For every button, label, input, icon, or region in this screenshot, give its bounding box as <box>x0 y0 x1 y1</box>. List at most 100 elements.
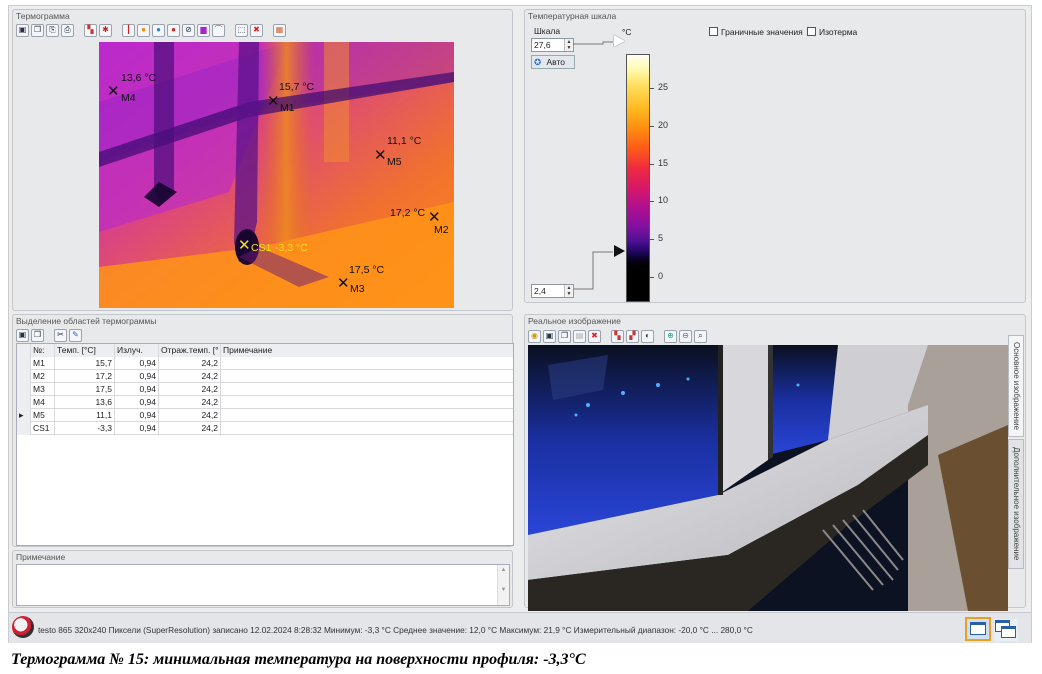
row-selector <box>17 370 31 383</box>
table-header: №: Темп. [°C] Излуч. Отраж.темп. [° Прим… <box>17 344 513 357</box>
scale-max-input[interactable]: 27,6 ▲ ▼ <box>531 38 574 52</box>
scale-tick-label: 25 <box>658 82 669 93</box>
status-bar: testo 865 320x240 Пиксели (SuperResoluti… <box>9 612 1031 643</box>
table-cell: 0,94 <box>115 422 159 435</box>
select-area-icon[interactable]: ⬚ <box>235 23 248 37</box>
real-image-toolbar: ◉ ▣ ❐ ▤ ✖ ▚ ▞ ◐ ⊕ ⊖ ⌕ <box>528 329 707 343</box>
scale-tick-mark <box>650 88 654 90</box>
regions-toolbar: ▣ ❐ ✂ ✎ <box>16 328 82 342</box>
profile-icon[interactable]: ⌒ <box>212 23 225 37</box>
scale-tick-mark <box>650 239 654 241</box>
table-cell: 0,94 <box>115 396 159 409</box>
spin-arrows-icon[interactable]: ▲ ▼ <box>564 39 573 51</box>
table-cell: 24,2 <box>159 409 221 422</box>
zoom-in-icon[interactable]: ⊕ <box>664 329 677 343</box>
paste-icon[interactable]: ▤ <box>573 329 586 343</box>
table-row[interactable]: M2 17,2 0,94 24,2 <box>17 370 513 383</box>
table-row[interactable]: M3 17,5 0,94 24,2 <box>17 383 513 396</box>
histogram-icon[interactable]: ▆ <box>197 23 210 37</box>
scale-tick-mark <box>650 201 654 203</box>
table-cell: M5 <box>31 409 55 422</box>
upper-limit-handle[interactable] <box>614 35 625 47</box>
export-icon[interactable]: ⎘ <box>46 23 59 37</box>
column-header[interactable]: Темп. [°C] <box>55 344 115 357</box>
marker-cross-icon: ✕ <box>337 275 350 292</box>
table-cell: 24,2 <box>159 396 221 409</box>
contrast-icon[interactable]: ◐ <box>641 329 654 343</box>
hot-spot-icon[interactable]: ● <box>137 23 150 37</box>
thermogram-image[interactable]: 13,6 °C ✕ M4 15,7 °C ✕ M1 11,1 °C ✕ M5 1… <box>99 42 454 308</box>
color-scale-bar <box>626 54 650 302</box>
regions-panel-title: Выделение областей термограммы <box>16 316 157 326</box>
save-icon[interactable]: ▣ <box>543 329 556 343</box>
marker-icon[interactable]: ✱ <box>99 23 112 37</box>
single-view-icon[interactable] <box>965 617 991 641</box>
scale-tick-label: 15 <box>658 157 669 168</box>
palette-icon[interactable]: ▚ <box>84 23 97 37</box>
spin-arrows-icon[interactable]: ▲ ▼ <box>564 285 573 297</box>
tab-main-image[interactable]: Основное изображение <box>1008 335 1024 437</box>
real-image-panel-title: Реальное изображение <box>528 316 621 326</box>
table-cell: CS1 <box>31 422 55 435</box>
print-icon[interactable]: ⎙ <box>61 23 74 37</box>
table-cell: 0,94 <box>115 357 159 370</box>
save-icon[interactable]: ▣ <box>16 23 29 37</box>
table-cell: M2 <box>31 370 55 383</box>
scale-label: Шкала <box>534 26 561 36</box>
dual-view-icon[interactable] <box>994 619 1018 641</box>
copy-icon[interactable]: ❐ <box>31 328 44 342</box>
scale-tick-mark <box>650 125 654 127</box>
remove-area-icon[interactable]: ✖ <box>250 23 263 37</box>
tab-additional-image[interactable]: Дополнительное изображение <box>1008 439 1024 569</box>
zoom-fit-icon[interactable]: ⌕ <box>694 329 707 343</box>
tools-icon[interactable]: ✂ <box>54 328 67 342</box>
copy-icon[interactable]: ❐ <box>31 23 44 37</box>
table-cell: 17,2 <box>55 370 115 383</box>
grid-icon[interactable]: ▦ <box>273 23 286 37</box>
note-panel-title: Примечание <box>16 552 66 562</box>
limits-checkbox[interactable]: Граничные значения <box>709 27 803 37</box>
column-header[interactable]: Излуч. <box>115 344 159 357</box>
edit-icon[interactable]: ✎ <box>69 328 82 342</box>
zoom-out-icon[interactable]: ⊖ <box>679 329 692 343</box>
table-row[interactable]: ▸ M5 11,1 0,94 24,2 <box>17 409 513 422</box>
table-row[interactable]: CS1 -3,3 0,94 24,2 <box>17 422 513 435</box>
row-selector <box>17 383 31 396</box>
column-header[interactable]: Примечание <box>221 344 513 357</box>
isotherm-checkbox[interactable]: Изотерма <box>807 27 857 37</box>
auto-button[interactable]: ✪ Авто <box>531 55 575 69</box>
remove-icon[interactable]: ✖ <box>588 329 601 343</box>
table-cell <box>221 357 513 370</box>
row-selector: ▸ <box>17 409 31 422</box>
lower-limit-handle[interactable] <box>614 245 625 257</box>
table-cell <box>221 409 513 422</box>
real-photo[interactable] <box>528 345 1008 611</box>
cold-spot-icon[interactable]: ● <box>152 23 165 37</box>
thermometer-icon[interactable]: ┃ <box>122 23 135 37</box>
scale-tick-label: 0 <box>658 271 664 282</box>
table-cell: -3,3 <box>55 422 115 435</box>
note-textarea[interactable]: ▲ ▼ <box>16 564 510 606</box>
save-icon[interactable]: ▣ <box>16 328 29 342</box>
note-scrollbar[interactable]: ▲ ▼ <box>497 565 509 605</box>
measure-point-icon[interactable]: ● <box>167 23 180 37</box>
checkbox-icon <box>709 27 718 36</box>
column-header[interactable]: Отраж.темп. [° <box>159 344 221 357</box>
open-image-icon[interactable]: ◉ <box>528 329 541 343</box>
table-cell: 17,5 <box>55 383 115 396</box>
scale-min-input[interactable]: 2,4 ▲ ▼ <box>531 284 574 298</box>
palette-icon[interactable]: ▚ <box>611 329 624 343</box>
column-header[interactable]: №: <box>31 344 55 357</box>
table-cell <box>221 396 513 409</box>
scale-tick-mark <box>650 277 654 279</box>
table-cell: 13,6 <box>55 396 115 409</box>
scale-tick-mark <box>650 163 654 165</box>
row-selector <box>17 422 31 435</box>
copy-icon[interactable]: ❐ <box>558 329 571 343</box>
table-row[interactable]: M4 13,6 0,94 24,2 <box>17 396 513 409</box>
overlay-icon[interactable]: ▞ <box>626 329 639 343</box>
table-cell: 11,1 <box>55 409 115 422</box>
scale-tick-label: 10 <box>658 195 669 206</box>
delete-point-icon[interactable]: ⊘ <box>182 23 195 37</box>
table-row[interactable]: M1 15,7 0,94 24,2 <box>17 357 513 370</box>
